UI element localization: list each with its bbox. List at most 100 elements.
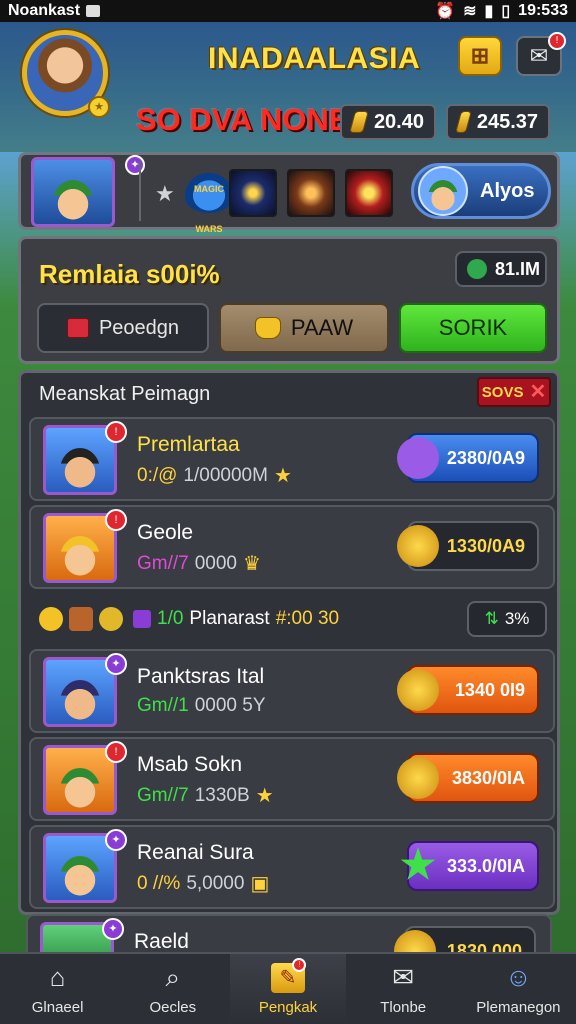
gold-coin-icon xyxy=(397,669,439,711)
list-item[interactable]: ✦ Reanai Sura 0 //% 5,0000 ▣ ★ 333.0/0IA xyxy=(29,825,555,909)
currency-display-1[interactable]: 20.40 xyxy=(340,104,436,140)
player-stats: 0:/@ 1/00000M ★ xyxy=(137,464,292,488)
home-icon: ⌂ xyxy=(49,962,66,992)
currency-2-value: 245.37 xyxy=(476,110,538,133)
player-name: Premlartaa xyxy=(137,433,240,456)
gem-icon xyxy=(397,437,439,479)
wifi-icon: ≋ xyxy=(463,3,477,20)
lock-button[interactable]: ⊞ xyxy=(458,36,502,76)
mail-button[interactable]: ✉ ! xyxy=(516,32,566,76)
hero-rank-button[interactable]: Alyos xyxy=(411,163,551,219)
signal-icon: ▮ xyxy=(484,3,494,20)
gem-icon xyxy=(133,610,151,628)
list-tag-label: SOVS xyxy=(481,383,524,401)
info-count: 1/0 xyxy=(157,608,184,629)
hero-card-1[interactable] xyxy=(229,169,277,217)
promo-badge[interactable]: 81.IM xyxy=(455,251,547,287)
tab-home-label: Glnaeel xyxy=(31,998,84,1016)
price-value: 333.0/0IA xyxy=(446,855,525,876)
list-item[interactable]: ! Msab Sokn Gm//7 1330B ★ 3830/0IA xyxy=(29,737,555,821)
price-value: 1340 0I9 xyxy=(454,679,525,700)
battery-icon: ▯ xyxy=(501,3,511,20)
hero-portrait[interactable] xyxy=(31,157,115,227)
player-name: Raeld xyxy=(134,930,189,953)
percent-badge[interactable]: ⇅ 3% xyxy=(467,601,547,637)
status-time: 19:533 xyxy=(518,2,568,19)
rank-badge: ! xyxy=(105,421,127,443)
currency-display-2[interactable]: 245.37 xyxy=(446,104,550,140)
chest-icon xyxy=(69,607,93,631)
player-name: Reanai Sura xyxy=(137,841,254,864)
hero-strip: ✦ ★ MAGIC WARS Alyos xyxy=(18,152,560,234)
info-strip: 1/0 Planarast #:00 30 ⇅ 3% xyxy=(29,597,555,641)
tab-profile[interactable]: ☺ Plemanegon xyxy=(461,954,576,1024)
rank-badge: ✦ xyxy=(105,653,127,675)
price-button[interactable]: 1340 0I9 xyxy=(397,665,539,715)
lock-icon: ⊞ xyxy=(470,43,490,68)
rank-badge: ✦ xyxy=(102,918,124,940)
promo-panel: Remlaia s00i% 81.IM Peoedgn PAAW SORIK xyxy=(18,236,560,364)
rank-face-icon xyxy=(418,166,468,216)
sort-button-label: SORIK xyxy=(438,315,508,340)
bottom-tab-bar: ⌂ Glnaeel ⌕ Oecles ✎ ! Pengkak ✉ Tlonbe … xyxy=(0,952,576,1024)
sort-button[interactable]: SORIK xyxy=(399,303,547,353)
list-item[interactable]: ! Premlartaa 0:/@ 1/00000M ★ 2380/0A9 xyxy=(29,417,555,501)
price-button[interactable]: 2380/0A9 xyxy=(397,433,539,483)
game-header: ★ INADAALASIA ⊞ ✉ ! SO DVA NONERAS 20.40… xyxy=(0,22,576,152)
list-tag-button[interactable]: SOVS ✕ xyxy=(477,377,551,407)
leaderboard-panel: Meanskat Peimagn SOVS ✕ ! Premlartaa 0:/… xyxy=(18,370,560,915)
player-name: Panktsras Ital xyxy=(137,665,265,688)
player-name: Geole xyxy=(137,521,194,544)
info-value: #:00 30 xyxy=(275,608,340,629)
envelope-icon: ✉ xyxy=(529,43,549,68)
player-stats: Gm//7 1330B ★ xyxy=(137,784,274,808)
green-coin-icon xyxy=(467,259,487,279)
gold-bar-icon xyxy=(349,111,369,133)
gift-button[interactable]: Peoedgn xyxy=(37,303,209,353)
price-button[interactable]: 3830/0IA xyxy=(397,753,539,803)
player-stats: Gm//1 0000 5Y xyxy=(137,695,266,716)
rank-badge: ✦ xyxy=(105,829,127,851)
gold-ingot-icon xyxy=(455,111,472,133)
promo-badge-value: 81.IM xyxy=(495,258,541,279)
tab-quests[interactable]: ✎ ! Pengkak xyxy=(230,954,346,1024)
gold-coin-icon xyxy=(397,757,439,799)
hero-card-2[interactable] xyxy=(287,169,335,217)
list-item[interactable]: ! Geole Gm//7 0000 ♛ 1330/0A9 xyxy=(29,505,555,589)
player-stats: Gm//7 0000 ♛ xyxy=(137,552,261,576)
divider xyxy=(139,161,141,221)
alarm-icon: ⏰ xyxy=(435,3,456,20)
price-button[interactable]: ★ 333.0/0IA xyxy=(400,841,539,891)
tab-search[interactable]: ⌕ Oecles xyxy=(115,954,230,1024)
tab-mail[interactable]: ✉ Tlonbe xyxy=(346,954,461,1024)
boost-icon: ⇅ xyxy=(484,609,499,628)
percent-value: 3% xyxy=(504,609,530,628)
close-icon: ✕ xyxy=(529,381,547,403)
star-icon: ★ xyxy=(255,785,274,807)
coin-icon xyxy=(39,607,63,631)
price-value: 1330/0A9 xyxy=(446,535,525,556)
tab-home[interactable]: ⌂ Glnaeel xyxy=(0,954,115,1024)
promo-title: Remlaia s00i% xyxy=(39,259,220,289)
hero-gem-badge: ✦ xyxy=(125,155,145,175)
currency-1-value: 20.40 xyxy=(373,110,424,133)
pay-button-label: PAAW xyxy=(290,315,354,340)
list-heading: Meanskat Peimagn xyxy=(39,383,211,405)
hero-card-3[interactable] xyxy=(345,169,393,217)
list-item[interactable]: ✦ Panktsras Ital Gm//1 0000 5Y 1340 0I9 xyxy=(29,649,555,733)
gift-icon xyxy=(66,318,89,338)
tab-quests-label: Pengkak xyxy=(258,998,318,1016)
star-icon: ★ xyxy=(273,465,292,487)
gift-button-label: Peoedgn xyxy=(98,316,180,339)
search-icon: ⌕ xyxy=(165,961,181,992)
green-star-icon: ★ xyxy=(400,843,436,887)
price-value: 3830/0IA xyxy=(451,767,525,788)
trophy-icon: ♛ xyxy=(243,553,261,575)
notification-icon xyxy=(86,5,101,17)
tab-profile-label: Plemanegon xyxy=(476,998,561,1016)
player-name: Msab Sokn xyxy=(137,753,243,776)
tab-search-label: Oecles xyxy=(149,998,197,1016)
mail-notification-dot: ! xyxy=(548,32,566,50)
price-button[interactable]: 1330/0A9 xyxy=(397,521,539,571)
pay-button[interactable]: PAAW xyxy=(219,303,389,353)
